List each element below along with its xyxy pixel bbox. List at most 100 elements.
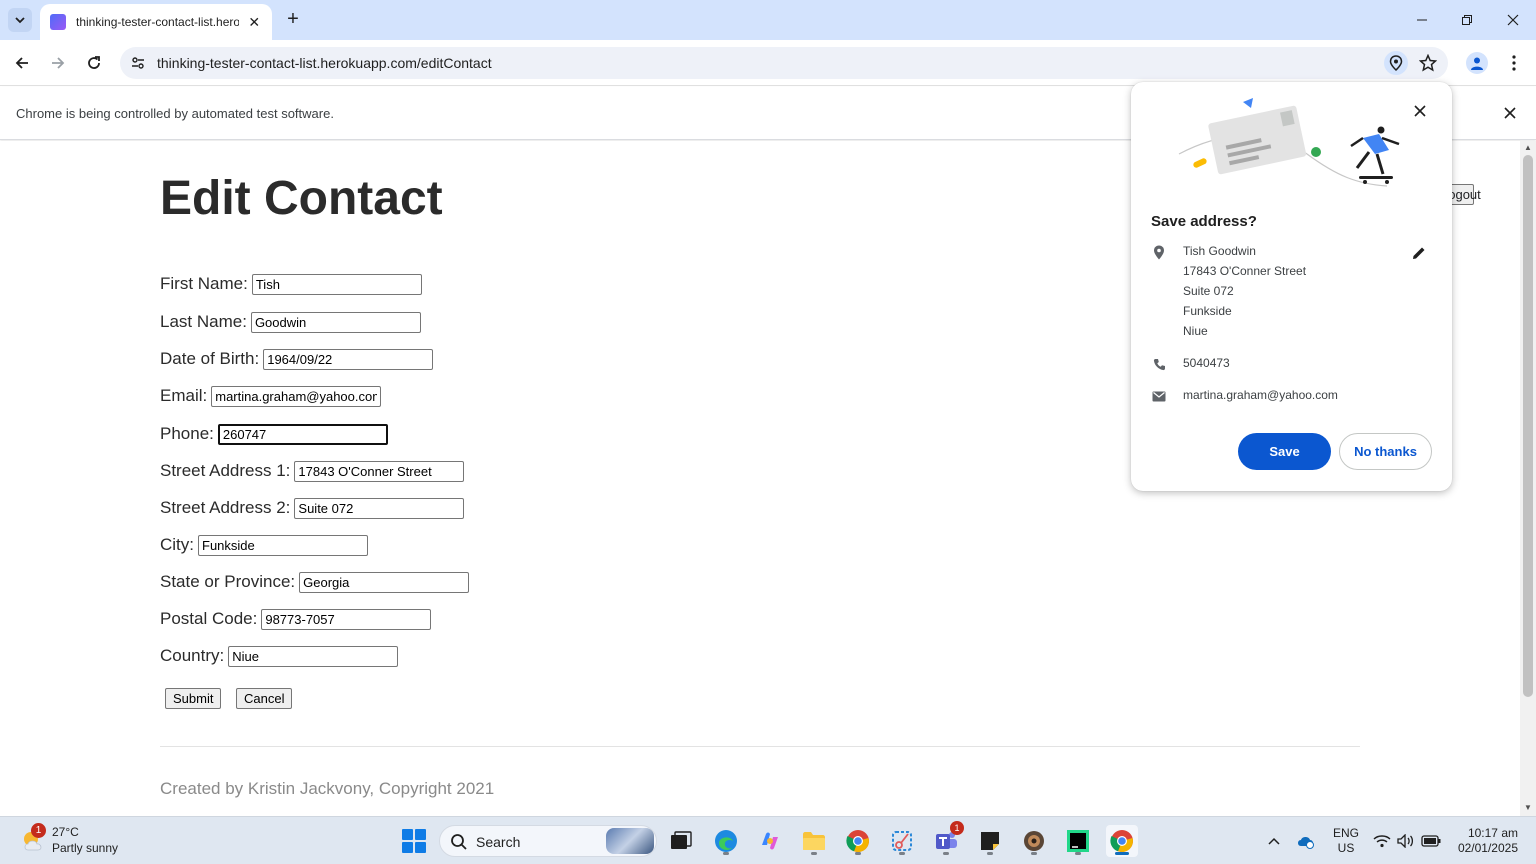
speaker-icon: [1397, 834, 1414, 848]
edit-address-button[interactable]: [1410, 244, 1428, 262]
birthdate-row: Date of Birth:: [160, 347, 434, 371]
tab-title: thinking-tester-contact-list.herokuapp.c…: [76, 15, 239, 29]
task-view-icon: [671, 831, 692, 849]
birthdate-input[interactable]: [263, 348, 434, 370]
search-icon: [451, 834, 467, 850]
taskbar-pycharm[interactable]: [1062, 825, 1094, 857]
language-indicator[interactable]: ENG US: [1333, 826, 1359, 856]
email-icon: [1151, 388, 1167, 404]
dialog-close-button[interactable]: [1411, 102, 1429, 120]
no-thanks-button[interactable]: No thanks: [1339, 433, 1432, 470]
page-scrollbar[interactable]: ▲ ▼: [1520, 141, 1536, 816]
cancel-button[interactable]: Cancel: [236, 688, 293, 709]
street2-label: Street Address 2:: [160, 498, 291, 517]
battery-tray[interactable]: [1420, 831, 1442, 851]
windows-logo-tile: [402, 829, 413, 840]
phone-input[interactable]: [217, 423, 388, 445]
site-info-icon[interactable]: [128, 53, 148, 73]
new-tab-button[interactable]: +: [282, 8, 304, 30]
clock-date: 02/01/2025: [1457, 841, 1518, 855]
phone-row: Phone:: [160, 422, 388, 446]
minimize-button[interactable]: [1407, 6, 1437, 34]
taskbar-chrome[interactable]: [842, 825, 874, 857]
scroll-down-arrow-icon[interactable]: ▼: [1524, 803, 1532, 812]
state-input[interactable]: [299, 571, 470, 593]
more-vertical-icon: [1512, 55, 1516, 71]
infobar-text: Chrome is being controlled by automated …: [16, 106, 334, 121]
city-label: City:: [160, 535, 194, 554]
start-button[interactable]: [402, 829, 426, 853]
scroll-up-arrow-icon[interactable]: ▲: [1524, 143, 1532, 152]
country-input[interactable]: [228, 645, 399, 667]
last-name-label: Last Name:: [160, 312, 247, 331]
snipping-tool-icon: [892, 831, 912, 851]
first-name-input[interactable]: [251, 273, 422, 295]
street1-input[interactable]: [294, 460, 465, 482]
taskbar-chrome-active[interactable]: [1106, 825, 1138, 857]
profile-button[interactable]: [1466, 52, 1488, 74]
running-indicator: [855, 852, 861, 855]
last-name-input[interactable]: [250, 311, 421, 333]
taskbar-copilot[interactable]: [754, 825, 786, 857]
email-value: martina.graham@yahoo.com: [1183, 388, 1338, 402]
taskbar-sticky-notes[interactable]: [974, 825, 1006, 857]
close-window-button[interactable]: [1498, 6, 1528, 34]
windows-logo-tile: [415, 829, 426, 840]
address-bar[interactable]: thinking-tester-contact-list.herokuapp.c…: [120, 47, 1448, 79]
back-button[interactable]: [8, 49, 36, 77]
taskbar-app-gear[interactable]: [1018, 825, 1050, 857]
active-indicator: [1115, 852, 1129, 855]
taskbar-snipping-tool[interactable]: [886, 825, 918, 857]
address-save-indicator[interactable]: [1384, 51, 1408, 75]
infobar-close-button[interactable]: [1500, 103, 1520, 123]
restore-button[interactable]: [1452, 6, 1482, 34]
submit-button[interactable]: Submit: [165, 688, 222, 709]
address-line: Niue: [1183, 324, 1208, 338]
location-pin-icon: [1151, 244, 1167, 260]
bookmark-button[interactable]: [1416, 51, 1440, 75]
menu-button[interactable]: [1504, 51, 1524, 75]
chevron-up-icon: [1268, 837, 1280, 845]
browser-toolbar: thinking-tester-contact-list.herokuapp.c…: [0, 40, 1536, 86]
postal-code-input[interactable]: [261, 608, 432, 630]
email-label: Email:: [160, 386, 208, 405]
state-row: State or Province:: [160, 570, 470, 594]
wifi-tray[interactable]: [1372, 831, 1392, 851]
street2-input[interactable]: [294, 497, 465, 519]
sticky-note-icon: [981, 832, 999, 850]
tab-close-icon[interactable]: ✕: [247, 14, 262, 31]
volume-tray[interactable]: [1396, 831, 1416, 851]
phone-label: Phone:: [160, 424, 214, 443]
show-hidden-icons-button[interactable]: [1264, 831, 1284, 851]
minimize-icon: [1417, 19, 1427, 21]
reload-button[interactable]: [80, 49, 108, 77]
person-icon: [1471, 57, 1483, 70]
street2-row: Street Address 2:: [160, 496, 465, 520]
star-icon: [1419, 54, 1437, 72]
forward-button[interactable]: [44, 49, 72, 77]
dialog-title: Save address?: [1151, 213, 1257, 230]
taskbar-file-explorer[interactable]: [798, 825, 830, 857]
save-address-button[interactable]: Save: [1238, 433, 1331, 470]
windows-logo-tile: [402, 842, 413, 853]
email-input[interactable]: [211, 385, 382, 407]
page-title: Edit Contact: [160, 172, 443, 225]
city-row: City:: [160, 533, 368, 557]
region-code: US: [1337, 841, 1355, 855]
onedrive-tray[interactable]: [1295, 831, 1317, 851]
browser-tab[interactable]: thinking-tester-contact-list.herokuapp.c…: [40, 4, 272, 40]
tab-search-button[interactable]: [8, 8, 32, 32]
street1-row: Street Address 1:: [160, 459, 465, 483]
taskbar-edge[interactable]: [710, 825, 742, 857]
restore-icon: [1462, 15, 1472, 25]
first-name-label: First Name:: [160, 274, 248, 293]
task-view-button[interactable]: [665, 825, 697, 857]
scrollbar-thumb[interactable]: [1523, 155, 1533, 697]
system-clock[interactable]: 10:17 am 02/01/2025: [1446, 826, 1518, 856]
taskbar-teams[interactable]: 1: [930, 821, 964, 857]
city-input[interactable]: [198, 534, 368, 556]
birthdate-label: Date of Birth:: [160, 349, 260, 368]
weather-badge: 1: [31, 823, 46, 838]
taskbar-search[interactable]: Search: [439, 825, 657, 857]
location-pin-icon: [1389, 55, 1403, 71]
